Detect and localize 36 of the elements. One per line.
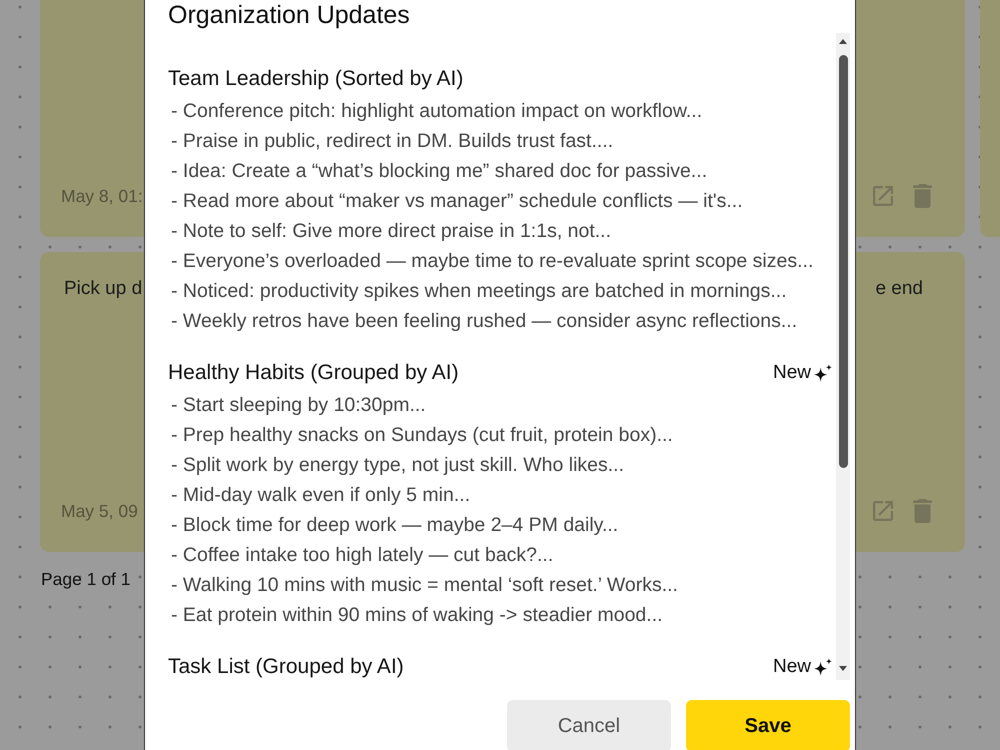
note-text: e end: [875, 277, 923, 301]
list-item: - Coffee intake too high lately — cut back?...: [170, 543, 554, 568]
new-label: New: [772, 655, 811, 679]
save-button[interactable]: Save: [686, 700, 850, 750]
sparkle-icon: [814, 364, 832, 382]
list-item: - Walking 10 mins with music = mental ‘soft reset.’ Works...: [170, 573, 678, 598]
scrollbar[interactable]: [836, 33, 850, 680]
section-heading: Team Leadership (Sorted by AI): [168, 66, 464, 92]
list-item: - Everyone’s overloaded — maybe time to re-evaluate sprint scope sizes...: [170, 249, 814, 274]
list-item: - Conference pitch: highlight automation impact on workflow...: [170, 99, 702, 124]
note-date: May 5, 09: [61, 500, 138, 523]
list-item: - Eat protein within 90 mins of waking -> steadier mood...: [170, 603, 663, 628]
new-label: New: [772, 361, 811, 385]
list-item: - Weekly retros have been feeling rushed — consider async reflections...: [170, 309, 798, 334]
sparkle-icon: [814, 658, 832, 676]
list-item: - Idea: Create a “what’s blocking me” shared doc for passive...: [170, 159, 708, 184]
list-item: - Split work by energy type, not just skill. Who likes...: [170, 453, 624, 478]
external-link-icon[interactable]: [873, 186, 893, 206]
section-heading: Task List (Grouped by AI): [168, 654, 404, 680]
section-heading: Healthy Habits (Grouped by AI): [168, 360, 459, 386]
page-indicator: Page 1 of 1: [41, 568, 131, 591]
trash-icon[interactable]: [913, 499, 932, 523]
list-item: - Start sleeping by 10:30pm...: [170, 393, 426, 418]
list-item: - Praise in public, redirect in DM. Builds trust fast....: [170, 129, 614, 154]
external-link-icon[interactable]: [873, 501, 893, 521]
note-text: Pick up d: [64, 277, 142, 301]
cancel-button[interactable]: Cancel: [507, 700, 671, 750]
list-item: - Block time for deep work — maybe 2–4 PM daily...: [170, 513, 618, 538]
note-date: May 8, 01:: [61, 185, 143, 208]
list-item: - Mid-day walk even if only 5 min...: [170, 483, 470, 508]
trash-icon[interactable]: [913, 184, 932, 208]
list-item: - Noticed: productivity spikes when meetings are batched in mornings...: [170, 279, 787, 304]
list-item: - Prep healthy snacks on Sundays (cut fruit, protein box)...: [170, 423, 673, 448]
list-item: - Note to self: Give more direct praise in 1:1s, not...: [170, 219, 612, 244]
list-item: - Read more about “maker vs manager” schedule conflicts — it's...: [170, 189, 743, 214]
dialog-title: Organization Updates: [168, 0, 410, 30]
